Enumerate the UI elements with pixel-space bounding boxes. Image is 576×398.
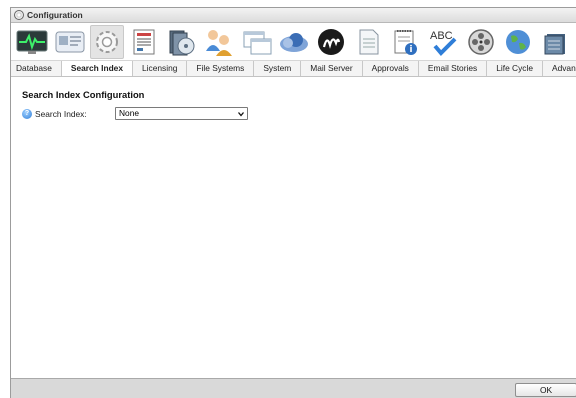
search-index-select[interactable]: None [115, 107, 248, 120]
tab-system[interactable]: System [254, 61, 302, 76]
monitor-icon[interactable] [15, 25, 49, 59]
file-list-icon[interactable] [127, 25, 161, 59]
mail-server-logo-icon[interactable] [314, 25, 348, 59]
search-index-value: None [119, 108, 140, 118]
gear-icon[interactable] [89, 24, 125, 59]
help-icon[interactable]: ? [22, 108, 32, 119]
tab-email-stories[interactable]: Email Stories [419, 61, 488, 76]
window-title: Configuration [27, 10, 83, 20]
gear-icon [14, 10, 24, 20]
toolbar: ABC [11, 23, 576, 61]
section-title: Search Index Configuration [22, 89, 145, 100]
notepad-info-icon[interactable] [389, 25, 423, 59]
windows-icon[interactable] [239, 25, 273, 59]
filesystem-icon[interactable] [165, 25, 199, 59]
main-content: Search Index Configuration ? Search Inde… [11, 79, 576, 378]
tab-mail-server[interactable]: Mail Server [301, 61, 363, 76]
spellcheck-icon[interactable]: ABC [426, 25, 460, 59]
configuration-window: Configuration ABC Database Search Index … [10, 7, 576, 398]
users-icon[interactable] [202, 25, 236, 59]
tab-advanced[interactable]: Advanced [543, 61, 576, 76]
search-index-label: Search Index: [35, 108, 87, 119]
stack-icon[interactable] [539, 25, 573, 59]
tab-approvals[interactable]: Approvals [363, 61, 419, 76]
title-bar: Configuration [11, 8, 576, 23]
document-icon[interactable] [352, 25, 386, 59]
tab-search-index[interactable]: Search Index [61, 61, 133, 76]
tab-file-systems[interactable]: File Systems [187, 61, 255, 76]
tab-database[interactable]: Database [11, 61, 62, 76]
cloud-icon[interactable] [277, 25, 311, 59]
search-index-row: ? Search Index: None [22, 107, 248, 120]
tab-licensing[interactable]: Licensing [133, 61, 188, 76]
chevron-down-icon [238, 112, 244, 117]
ok-button[interactable]: OK [515, 383, 576, 397]
database-card-icon[interactable] [52, 25, 86, 59]
film-reel-icon[interactable] [464, 25, 498, 59]
tab-bar: Database Search Index Licensing File Sys… [11, 61, 576, 77]
svg-text:ABC: ABC [430, 30, 453, 42]
tab-life-cycle[interactable]: Life Cycle [487, 61, 543, 76]
globe-icon[interactable] [501, 25, 535, 59]
footer-bar: OK [11, 378, 576, 398]
